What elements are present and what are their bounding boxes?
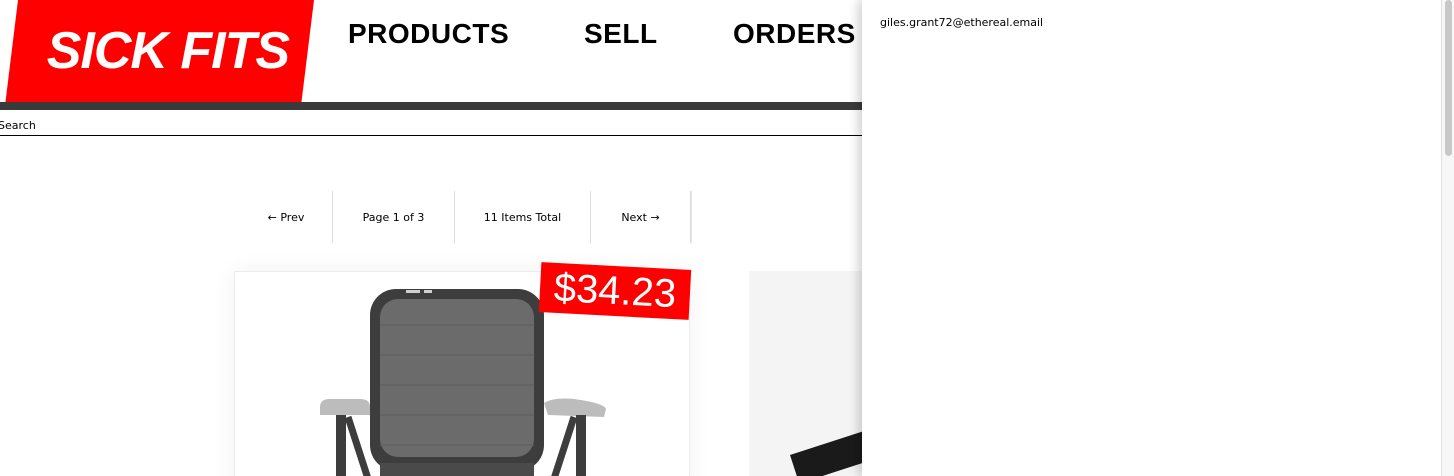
header-divider-bar	[0, 102, 870, 110]
chair-image[interactable]	[318, 285, 608, 476]
user-email: giles.grant72@ethereal.email	[880, 16, 1044, 29]
logo-text[interactable]: SICK FITS	[47, 21, 289, 81]
next-page-link[interactable]: Next →	[591, 191, 691, 243]
page-indicator: Page 1 of 3	[333, 191, 455, 243]
scrollbar-thumb[interactable]	[1445, 0, 1452, 156]
pagination: ← Prev Page 1 of 3 11 Items Total Next →	[240, 191, 692, 243]
nav-link-sell[interactable]: SELL	[584, 18, 658, 50]
logo[interactable]: SICK FITS	[5, 0, 314, 102]
nav-link-products[interactable]: PRODUCTS	[348, 18, 509, 50]
search-input[interactable]	[0, 115, 866, 136]
items-total: 11 Items Total	[455, 191, 591, 243]
scrollbar[interactable]	[1441, 0, 1454, 476]
prev-page-link[interactable]: ← Prev	[240, 191, 333, 243]
page: SICK FITS PRODUCTS SELL ORDERS ← Prev Pa…	[0, 0, 1454, 476]
nav-link-orders[interactable]: ORDERS	[733, 18, 856, 50]
account-panel: giles.grant72@ethereal.email	[862, 0, 1442, 476]
price-tag: $34.23	[538, 262, 692, 320]
